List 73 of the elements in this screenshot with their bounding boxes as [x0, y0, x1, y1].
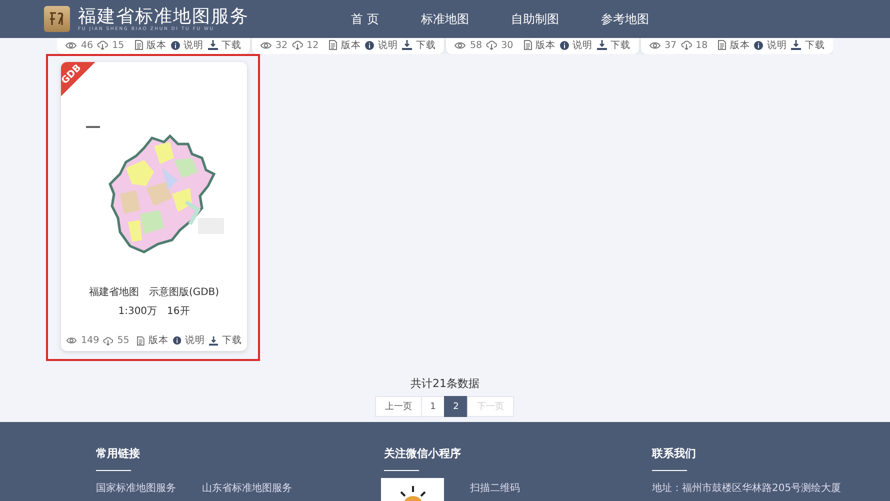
- document-icon: [718, 40, 726, 50]
- cloud-download-icon: [97, 40, 108, 50]
- footer-link[interactable]: 山东省标准地图服务: [202, 481, 292, 495]
- eye-icon: [65, 40, 77, 50]
- nav-link[interactable]: 首 页: [351, 10, 379, 28]
- description-link[interactable]: 说明: [184, 334, 205, 347]
- info-icon: [560, 40, 568, 50]
- document-icon: [329, 40, 337, 50]
- nav-link[interactable]: 自助制图: [510, 10, 559, 28]
- footer-heading: 联系我们: [652, 446, 697, 461]
- eye-icon: [66, 336, 77, 345]
- download-link[interactable]: 下载: [222, 334, 242, 347]
- cloud-download-icon: [680, 40, 692, 50]
- map-card[interactable]: 32 12 版本 说明 下载: [252, 38, 444, 54]
- eye-icon: [454, 40, 466, 50]
- view-count: 37: [664, 40, 677, 50]
- view-count: 46: [81, 40, 94, 50]
- map-title: 福建省地图 示意图版(GDB): [88, 286, 220, 299]
- download-icon: [402, 40, 412, 50]
- download-icon: [208, 40, 218, 50]
- nav-link[interactable]: 参考地图: [600, 10, 649, 28]
- qr-caption: 扫描二维码: [470, 482, 520, 495]
- map-scale: 1:300万 16开: [118, 305, 190, 318]
- view-count: 58: [470, 40, 482, 50]
- cloud-download-icon: [292, 40, 303, 50]
- version-link[interactable]: 版本: [146, 38, 166, 52]
- total-count: 共计21条数据: [410, 376, 480, 391]
- description-link[interactable]: 说明: [184, 38, 204, 52]
- map-card[interactable]: 58 30 版本 说明 下载: [446, 38, 638, 54]
- description-link[interactable]: 说明: [572, 38, 592, 52]
- info-icon: [170, 40, 180, 50]
- page-button[interactable]: 2: [444, 396, 468, 417]
- download-icon: [596, 40, 606, 50]
- view-count: 149: [80, 335, 100, 346]
- previous-page-button[interactable]: 上一页: [375, 396, 422, 417]
- description-link[interactable]: 说明: [767, 38, 787, 52]
- info-icon: [172, 336, 181, 345]
- map-card[interactable]: 37 18 版本 说明 下载: [640, 38, 833, 54]
- nav-link[interactable]: 标准地图: [420, 10, 469, 28]
- logo-mark-icon: [48, 11, 66, 27]
- download-count: 30: [501, 40, 514, 50]
- site-title: 福建省标准地图服务: [78, 6, 249, 26]
- map-card[interactable]: 46 15 版本 说明 下载: [57, 38, 250, 54]
- info-icon: [365, 40, 374, 50]
- version-link[interactable]: 版本: [536, 38, 556, 52]
- download-link[interactable]: 下载: [222, 38, 242, 52]
- download-link[interactable]: 下载: [805, 38, 825, 52]
- eye-icon: [648, 40, 660, 50]
- info-icon: [754, 40, 763, 50]
- footer-heading: 常用链接: [96, 446, 141, 461]
- document-icon: [524, 40, 532, 50]
- download-icon: [791, 40, 801, 50]
- description-link[interactable]: 说明: [378, 38, 398, 52]
- footer-link[interactable]: 国家标准地图服务: [96, 481, 176, 495]
- address-text: 地址：福州市鼓楼区华林路205号测绘大厦: [652, 482, 842, 495]
- version-link[interactable]: 版本: [730, 38, 750, 52]
- view-count: 32: [276, 40, 288, 50]
- download-count: 55: [117, 335, 130, 346]
- version-link[interactable]: 版本: [341, 38, 361, 52]
- version-link[interactable]: 版本: [148, 334, 169, 347]
- eye-icon: [260, 40, 272, 50]
- document-icon: [137, 336, 145, 346]
- download-count: 12: [306, 40, 319, 50]
- footer-heading: 关注微信小程序: [384, 446, 462, 461]
- page-button[interactable]: 1: [421, 396, 445, 417]
- download-link[interactable]: 下载: [610, 38, 630, 52]
- download-icon: [208, 336, 218, 346]
- cloud-download-icon: [486, 40, 498, 50]
- download-count: 18: [696, 40, 708, 50]
- document-icon: [134, 40, 142, 50]
- download-link[interactable]: 下载: [416, 38, 436, 52]
- download-count: 15: [112, 40, 124, 50]
- cloud-download-icon: [103, 336, 114, 346]
